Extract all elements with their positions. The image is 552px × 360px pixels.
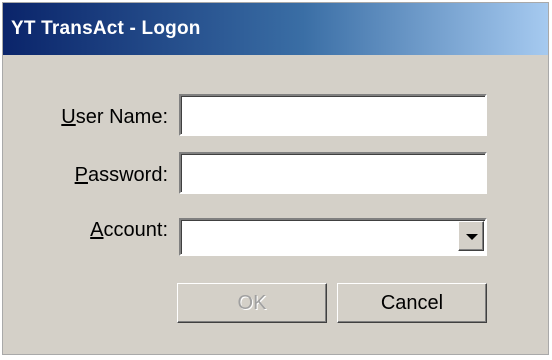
- account-label-text: ccount:: [103, 219, 168, 241]
- title-bar[interactable]: YT TransAct - Logon: [3, 3, 548, 55]
- logon-dialog: YT TransAct - Logon User Name: Password:…: [2, 2, 549, 355]
- window-title: YT TransAct - Logon: [11, 18, 201, 39]
- account-label: Account:: [90, 219, 168, 242]
- username-field[interactable]: [179, 94, 487, 136]
- account-label-hotkey: A: [90, 219, 104, 241]
- chevron-down-icon: [466, 234, 478, 240]
- account-combobox[interactable]: [179, 218, 487, 256]
- username-input[interactable]: [181, 96, 485, 134]
- username-label-hotkey: U: [61, 106, 76, 128]
- password-field[interactable]: [179, 152, 487, 194]
- username-label: User Name:: [61, 106, 168, 129]
- cancel-button[interactable]: Cancel: [337, 283, 487, 323]
- username-label-text: ser Name:: [75, 106, 168, 128]
- account-dropdown-button[interactable]: [458, 221, 484, 251]
- password-label: Password:: [75, 164, 168, 187]
- password-label-text: assword:: [87, 164, 168, 186]
- password-label-hotkey: P: [74, 164, 88, 186]
- ok-button[interactable]: OK: [177, 283, 327, 323]
- password-input[interactable]: [181, 154, 485, 192]
